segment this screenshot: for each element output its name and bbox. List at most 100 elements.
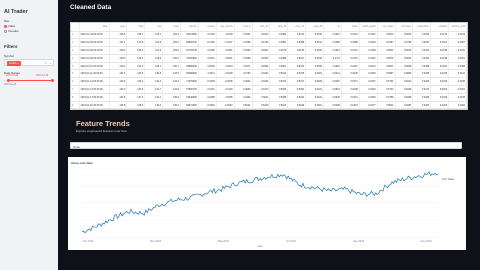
table-cell: 0.5086 [269, 93, 289, 102]
table-cell: 1 [71, 38, 80, 48]
table-cell: 57809700 [180, 85, 199, 94]
table-cell: 0.4970 [269, 46, 289, 55]
table-cell: 0.0211 [198, 69, 217, 79]
column-header[interactable]: sma_10 [252, 23, 271, 32]
column-header[interactable]: bb_upper [377, 23, 396, 32]
symbol-chip[interactable]: AAPL × [7, 61, 22, 66]
table-cell: 0.4391 [448, 85, 467, 94]
symbol-multiselect[interactable]: AAPL × ✕ ⌄ [4, 59, 54, 66]
table-cell: 0.5489 [323, 101, 342, 109]
table-row[interactable]: 2 2023-01-06 00:00:00 126.0 130.3 124.9 129.6… [71, 46, 467, 55]
nav-radio-data[interactable]: Data [4, 24, 15, 28]
table-row[interactable]: 7 2023-01-13 00:00:00 132.0 134.9 131.7 134.8… [71, 85, 467, 94]
table-cell: 3 [71, 54, 80, 63]
column-header[interactable]: open [109, 23, 128, 32]
table-cell: 0.5578 [377, 54, 396, 63]
table-cell: 87754700 [180, 46, 199, 55]
x-tick-label: Jan 2023 [83, 239, 94, 243]
table-cell: 0.4413 [448, 31, 467, 40]
table-cell: 0.5063 [269, 85, 289, 94]
date-slider-start-handle[interactable] [7, 78, 10, 82]
table-cell: 0.4421 [448, 54, 467, 63]
table-cell: -0.0006 [216, 77, 235, 87]
table-row[interactable]: 1 2023-01-05 00:00:00 127.1 127.8 124.8 125.0… [71, 38, 467, 48]
table-cell: 0.5187 [287, 54, 307, 63]
x-tick-label: Mar 2023 [150, 239, 162, 243]
table-cell: 0.4412 [448, 69, 467, 79]
table-cell: 0 [71, 31, 80, 40]
feature-trends-subtitle: Explore engineered features over time [76, 129, 127, 133]
table-cell: 70790800 [180, 54, 199, 63]
nav-radio-results[interactable]: Results [4, 29, 19, 33]
table-cell: 0.4901 [252, 69, 271, 79]
column-header[interactable]: ema_12 [287, 23, 307, 32]
column-header[interactable]: macd_signal [359, 23, 378, 32]
table-cell: 69458900 [180, 69, 199, 79]
column-header[interactable]: sma_20 [269, 23, 289, 32]
column-header[interactable]: high [126, 23, 146, 32]
table-cell: 0.0442 [412, 77, 432, 87]
table-cell: 131.3 [126, 62, 146, 71]
line-chart[interactable]: Jan 2023 Mar 2023 May 2023 Jul 2023 Sep 2023… [68, 157, 466, 250]
table-cell: 0.0223 [430, 101, 450, 109]
table-row[interactable]: 9 2023-01-18 00:00:00 136.8 138.6 135.0 135.2… [71, 101, 467, 109]
table-cell: 0.5229 [305, 46, 324, 55]
chevron-down-icon[interactable]: ⌄ [49, 61, 52, 65]
table-cell: 63896200 [180, 62, 199, 71]
table-cell: 0.0207 [341, 62, 360, 71]
table-cell: 0.4972 [252, 85, 271, 94]
table-cell: 0.3821 [395, 31, 414, 40]
date-slider-end-handle[interactable] [51, 78, 54, 82]
column-header[interactable]: returns [198, 23, 217, 32]
nav-option-label: Results [8, 29, 19, 33]
column-header[interactable]: ema_26 [305, 23, 324, 32]
table-cell: -0.0107 [216, 38, 235, 48]
table-cell: 89113600 [180, 31, 199, 40]
table-cell: 131.7 [144, 85, 164, 94]
table-cell: 0.5234 [305, 31, 324, 40]
column-header[interactable]: bb_lower [395, 23, 414, 32]
table-cell: 0.4962 [234, 93, 253, 102]
table-cell: 0.5512 [377, 31, 396, 40]
table-cell: 0.4387 [448, 38, 467, 48]
table-cell: 130.5 [144, 69, 164, 79]
column-header[interactable]: sma_5 [234, 23, 253, 32]
table-cell: 2023-01-12 00:00:00 [79, 77, 110, 87]
column-header[interactable]: volume_sma [448, 23, 467, 32]
data-table[interactable]: date open high low close volume returns log_ret… [70, 22, 468, 110]
table-row[interactable]: 3 2023-01-09 00:00:00 130.5 133.4 129.9 130.2… [71, 54, 467, 63]
table-row[interactable]: 0 2023-01-04 00:00:00 126.9 128.7 125.1 126.4… [71, 31, 467, 40]
table-row[interactable]: 8 2023-01-17 00:00:00 134.8 137.3 134.1 135.9… [71, 93, 467, 102]
table-cell: 69672800 [180, 101, 199, 109]
column-header[interactable] [71, 23, 80, 32]
table-cell: 0.4961 [269, 38, 289, 48]
chart-svg: Jan 2023 Mar 2023 May 2023 Jul 2023 Sep 2023… [81, 168, 455, 248]
column-header[interactable]: volume [180, 23, 199, 32]
table-body: 0 2023-01-04 00:00:00 126.9 128.7 125.1 126.4… [71, 31, 467, 109]
table-row[interactable]: 6 2023-01-12 00:00:00 133.9 134.3 131.4 133.4… [71, 77, 467, 87]
table-cell: 0.0231 [430, 62, 450, 71]
column-header[interactable]: low [144, 23, 164, 32]
table-row[interactable]: 5 2023-01-11 00:00:00 131.3 133.5 130.5 133.5… [71, 69, 467, 79]
column-header[interactable]: date [79, 23, 110, 32]
feature-select[interactable]: close ⌄ [70, 142, 462, 149]
table-cell: 0.0123 [341, 31, 360, 40]
radio-selected-icon [4, 24, 7, 28]
clear-icon[interactable]: ✕ [44, 61, 47, 65]
column-header[interactable]: close [162, 23, 181, 32]
column-header[interactable]: log_returns [216, 23, 235, 32]
table-cell: 0.5278 [287, 69, 307, 79]
table-row[interactable]: 4 2023-01-10 00:00:00 130.3 131.3 128.1 130.7… [71, 62, 467, 71]
column-header[interactable]: macd [341, 23, 360, 32]
table-cell: -0.0106 [198, 38, 217, 48]
table-cell: 0.4489 [234, 38, 253, 48]
table-cell: 124.8 [144, 38, 164, 48]
column-header[interactable]: rsi [323, 23, 342, 32]
table-cell: 130.2 [162, 54, 181, 63]
column-header[interactable]: volatility [430, 23, 450, 32]
table-cell: 0.4532 [234, 46, 253, 55]
column-header[interactable]: momentum [412, 23, 432, 32]
table-cell: 0.5287 [323, 77, 342, 87]
table-cell: 0.0462 [412, 101, 432, 109]
table-cell: 0.5678 [323, 93, 342, 102]
